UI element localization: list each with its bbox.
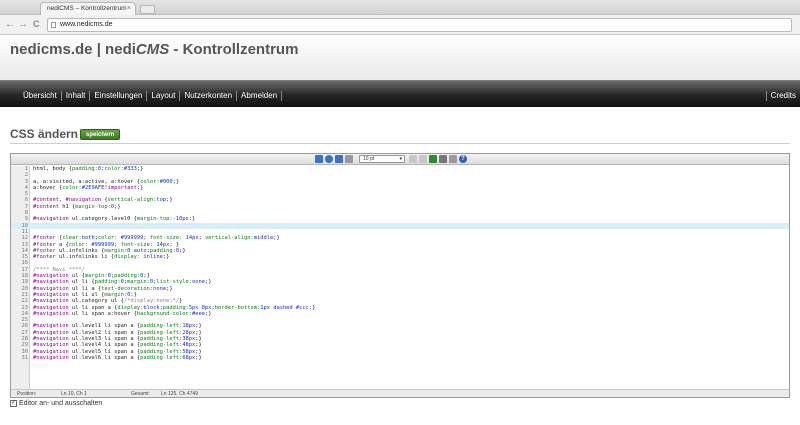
reset-icon[interactable] [449,155,457,163]
close-icon[interactable]: × [127,3,131,15]
redo-icon[interactable] [419,155,427,163]
font-size-select[interactable]: 10 pt [359,155,405,163]
total-value: Ln 125, Ch 4749 [161,391,198,397]
position-label: Position: [17,391,37,397]
site-header: nedicms.de | nediCMS - Kontrollzentrum [0,35,800,80]
save-button[interactable]: speichern [80,129,121,140]
editor-toolbar: 10 pt ? [11,154,789,165]
page-title: CSS ändern [10,127,79,141]
nav-item-abmelden[interactable]: Abmelden [237,91,283,101]
help-icon[interactable]: ? [459,155,467,163]
highlight-icon[interactable] [429,155,437,163]
tab-title: nediCMS – Kontrollzentrum [47,5,127,12]
page-icon [51,22,56,28]
url-text: www.nedicms.de [60,21,113,28]
browser-tabstrip: nediCMS – Kontrollzentrum × [0,0,800,15]
new-tab-button[interactable] [140,5,155,14]
browser-toolbar: ← → C www.nedicms.de [0,15,800,35]
fullscreen-icon[interactable] [335,155,343,163]
forward-arrow-icon[interactable]: → [18,18,28,31]
editor-statusbar: Position: Ln 10, Ch 1 Gesamt: Ln 125, Ch… [11,389,789,397]
nav-item-layout[interactable]: Layout [147,91,181,101]
browser-tab[interactable]: nediCMS – Kontrollzentrum × [40,2,136,15]
code-editor: 10 pt ? 1html, body {padding:0;color:#33… [10,153,790,398]
nav-item-nutzerkonten[interactable]: Nutzerkonten [180,91,238,101]
reload-icon[interactable]: C [33,18,40,31]
code-text: #navigation ul.level6 li span a {padding… [33,354,202,361]
monitor-icon[interactable] [345,155,353,163]
position-value: Ln 10, Ch 1 [61,391,87,397]
address-bar[interactable]: www.nedicms.de [47,18,792,32]
editor-toggle[interactable]: ✓ Editor an- und ausschalten [10,400,102,407]
nav-item-uebersicht[interactable]: Übersicht [19,91,62,101]
total-label: Gesamt: [131,391,150,397]
nav-item-credits[interactable]: Credits [765,91,796,101]
editor-toggle-checkbox[interactable]: ✓ [10,400,17,407]
code-area[interactable]: 1 html, body {padding:0;color:#333;} 2 3 a, … [11,166,789,389]
undo-icon[interactable] [409,155,417,163]
code-line[interactable]: 31 #navigation ul.level6 li span a {paddi… [11,355,789,361]
editor-toggle-label: Editor an- und ausschalten [19,400,103,407]
nav-item-inhalt[interactable]: Inhalt [62,91,91,101]
search-icon[interactable] [315,155,323,163]
main-navigation: Übersicht Inhalt Einstellungen Layout Nu… [0,80,800,107]
nav-item-einstellungen[interactable]: Einstellungen [90,91,148,101]
site-title: nedicms.de | nediCMS - Kontrollzentrum [10,41,299,58]
replace-icon[interactable] [325,155,333,163]
divider [10,143,790,144]
line-number: 31 [21,354,29,361]
back-arrow-icon[interactable]: ← [5,18,15,31]
pen-icon[interactable] [439,155,447,163]
